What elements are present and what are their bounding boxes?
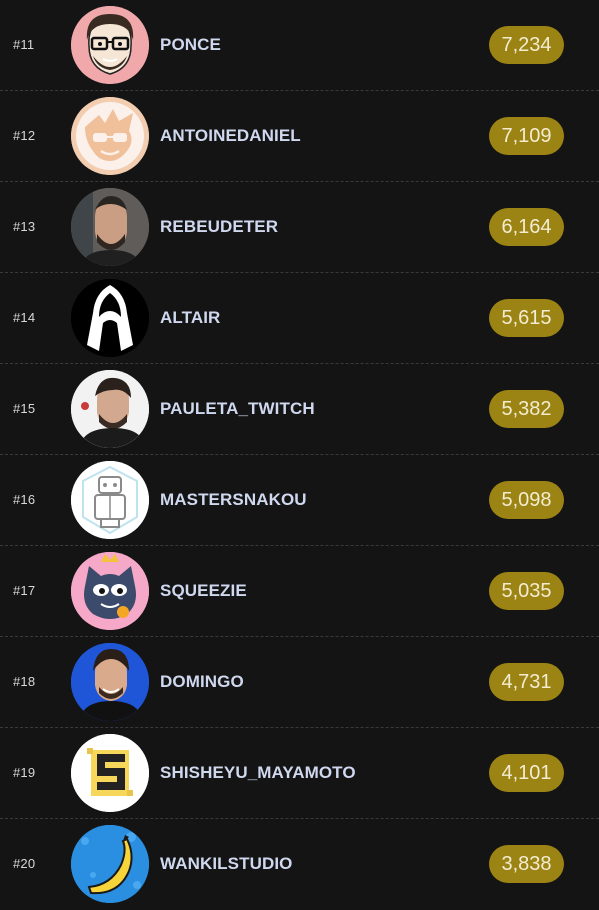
score-badge: 6,164 [489,208,564,246]
score-badge: 4,731 [489,663,564,701]
hooded-assassin-avatar [71,279,149,357]
leaderboard-row[interactable]: #14 ALTAIR 5,615 [0,273,599,364]
leaderboard-row[interactable]: #12 ANTOINEDANIEL 7,109 [0,91,599,182]
player-name: PONCE [160,35,221,54]
score-badge: 3,838 [489,845,564,883]
rank-label: #14 [13,310,36,325]
leaderboard: #11 PONCE 7,234 #12 ANTOINEDANIEL 7,109 … [0,0,599,910]
rank-label: #11 [13,37,35,52]
score-badge: 7,234 [489,26,564,64]
player-name: WANKILSTUDIO [160,854,293,873]
player-name: PAULETA_TWITCH [160,399,315,418]
pixel-s-logo-avatar [71,734,149,812]
player-name: SHISHEYU_MAYAMOTO [160,763,356,782]
rank-label: #18 [13,674,36,689]
bearded-glasses-cartoon-avatar [71,6,149,84]
player-name: SQUEEZIE [160,581,247,600]
banana-avatar [71,825,149,903]
rank-label: #13 [13,219,36,234]
player-name: DOMINGO [160,672,244,691]
photo-avatar [71,188,149,266]
crowned-cat-avatar [71,552,149,630]
score-badge: 5,035 [489,572,564,610]
leaderboard-row[interactable]: #19 SHISHEYU_MAYAMOTO 4,101 [0,728,599,819]
player-name: REBEUDETER [160,217,279,236]
photo-avatar [71,370,149,448]
player-name: MASTERSNAKOU [160,490,307,509]
leaderboard-row[interactable]: #18 DOMINGO 4,731 [0,637,599,728]
leaderboard-row[interactable]: #13 REBEUDETER 6,164 [0,182,599,273]
rank-label: #20 [13,856,36,871]
player-name: ANTOINEDANIEL [160,126,301,145]
rank-label: #17 [13,583,36,598]
photo-avatar [71,643,149,721]
leaderboard-row[interactable]: #11 PONCE 7,234 [0,0,599,91]
score-badge: 5,615 [489,299,564,337]
leaderboard-row[interactable]: #16 MASTERSNAKOU 5,098 [0,455,599,546]
score-badge: 5,382 [489,390,564,428]
leaderboard-row[interactable]: #17 SQUEEZIE 5,035 [0,546,599,637]
player-name: ALTAIR [160,308,221,327]
rank-label: #12 [13,128,36,143]
leaderboard-row[interactable]: #20 WANKILSTUDIO 3,838 [0,819,599,910]
score-badge: 7,109 [489,117,564,155]
rank-label: #15 [13,401,36,416]
score-badge: 4,101 [489,754,564,792]
rank-label: #16 [13,492,36,507]
score-badge: 5,098 [489,481,564,519]
rank-label: #19 [13,765,36,780]
peach-cartoon-avatar [71,97,149,175]
robot-line-art-avatar [71,461,149,539]
leaderboard-row[interactable]: #15 PAULETA_TWITCH 5,382 [0,364,599,455]
